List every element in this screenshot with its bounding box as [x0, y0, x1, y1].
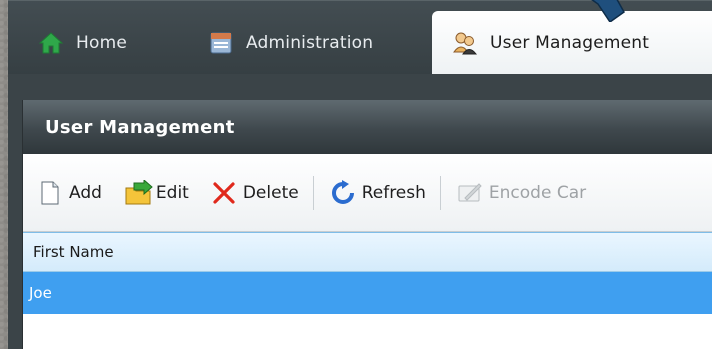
home-icon	[38, 30, 64, 56]
refresh-label: Refresh	[361, 182, 426, 203]
refresh-icon	[330, 179, 356, 206]
tab-administration[interactable]: Administration	[208, 11, 373, 75]
tab-home-label: Home	[76, 33, 128, 53]
tab-user-management-label: User Management	[490, 33, 650, 53]
grid-header: First Name	[23, 232, 712, 272]
users-icon	[452, 30, 478, 56]
delete-label: Delete	[242, 182, 299, 203]
user-management-window: User Management Add Edit Delete Refresh …	[22, 100, 712, 349]
edit-button[interactable]: Edit	[124, 178, 189, 206]
cell-first-name: Joe	[29, 284, 52, 302]
window-title: User Management	[23, 100, 712, 154]
edit-folder-icon	[124, 178, 153, 206]
refresh-button[interactable]: Refresh	[330, 179, 426, 206]
toolbar-separator	[312, 175, 314, 210]
tab-administration-label: Administration	[246, 33, 374, 53]
add-label: Add	[69, 182, 102, 203]
toolbar: Add Edit Delete Refresh Encode Car	[23, 154, 712, 232]
column-header-first-name[interactable]: First Name	[33, 243, 114, 261]
encode-card-icon	[457, 180, 483, 206]
table-row[interactable]: Joe	[23, 272, 712, 314]
delete-x-icon	[211, 180, 237, 206]
tab-home[interactable]: Home	[38, 11, 127, 75]
toolbar-separator-2	[439, 175, 441, 210]
corner-arrow-icon	[591, 0, 625, 22]
delete-button[interactable]: Delete	[211, 180, 299, 206]
encode-card-label: Encode Car	[488, 182, 587, 203]
new-document-icon	[37, 180, 63, 206]
add-button[interactable]: Add	[37, 180, 102, 206]
edit-label: Edit	[155, 182, 189, 203]
encode-card-button[interactable]: Encode Car	[457, 180, 586, 206]
administration-icon	[208, 30, 234, 56]
tab-user-management[interactable]: User Management	[432, 11, 712, 75]
